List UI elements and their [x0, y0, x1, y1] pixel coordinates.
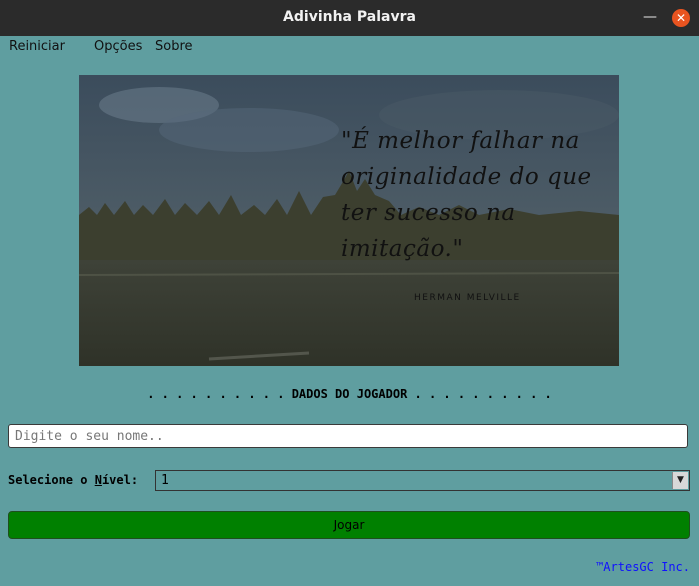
quote-banner-image: "É melhor falhar na originalidade do que…	[79, 75, 619, 366]
player-name-input[interactable]	[8, 424, 688, 448]
window-title: Adivinha Palavra	[283, 9, 416, 25]
close-icon[interactable]: ✕	[672, 9, 690, 27]
quote-text: "É melhor falhar na originalidade do que…	[341, 128, 592, 262]
chevron-down-icon[interactable]: ▼	[672, 472, 688, 489]
menu-reiniciar[interactable]: Reiniciar	[9, 39, 65, 54]
minimize-icon[interactable]: —	[641, 8, 659, 26]
menu-sobre[interactable]: Sobre	[155, 39, 193, 54]
footer-credit: ™ArtesGC Inc.	[596, 560, 690, 574]
level-label-mnemonic: N	[94, 473, 102, 487]
window-titlebar: Adivinha Palavra — ✕	[0, 0, 699, 36]
level-select[interactable]: 1 ▼	[155, 470, 690, 491]
menu-opcoes[interactable]: Opções	[94, 39, 142, 54]
level-label-suffix: ível:	[101, 473, 139, 487]
quote-author: HERMAN MELVILLE	[414, 293, 521, 303]
level-label: Selecione o Nível:	[8, 473, 138, 487]
level-select-value: 1	[161, 473, 169, 488]
level-label-prefix: Selecione o	[8, 473, 95, 487]
player-section-title: . . . . . . . . . . DADOS DO JOGADOR . .…	[147, 387, 552, 401]
menubar: Reiniciar Opções Sobre	[0, 36, 699, 58]
play-button[interactable]: Jogar	[8, 511, 690, 539]
